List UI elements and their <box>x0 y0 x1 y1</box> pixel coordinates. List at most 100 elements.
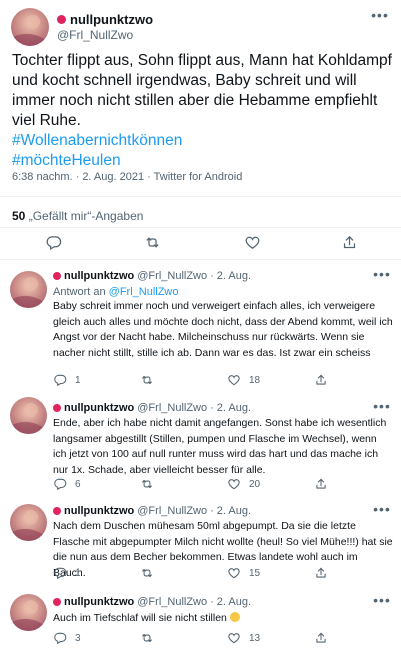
reply-text-row: Auch im Tiefschlaf will sie nicht stille… <box>53 611 393 627</box>
reply-tweet[interactable]: nullpunktzwo @Frl_NullZwo · 2. Aug. ••• … <box>0 263 401 390</box>
speech-bubble-icon <box>53 373 67 387</box>
reply-tweet[interactable]: nullpunktzwo @Frl_NullZwo · 2. Aug. ••• … <box>0 592 401 648</box>
retweet-icon <box>140 373 154 387</box>
tweet-timestamp[interactable]: 6:38 nachm. · 2. Aug. 2021 · Twitter for… <box>12 171 242 183</box>
avatar[interactable] <box>10 504 47 541</box>
reply-time[interactable]: 2. Aug. <box>217 596 251 608</box>
likes-label: „Gefällt mir“-Angaben <box>28 209 144 223</box>
like-button[interactable]: 20 <box>227 477 260 491</box>
like-button[interactable] <box>244 234 261 251</box>
retweet-button[interactable] <box>140 373 162 387</box>
reply-time[interactable]: 2. Aug. <box>217 505 251 517</box>
avatar[interactable] <box>10 397 47 434</box>
author-handle[interactable]: @Frl_NullZwo <box>137 402 207 414</box>
separator: · <box>210 505 214 517</box>
avatar[interactable] <box>10 271 47 308</box>
like-button[interactable]: 13 <box>227 631 260 645</box>
retweet-icon <box>140 477 154 491</box>
display-name[interactable]: nullpunktzwo <box>64 596 134 608</box>
more-options-icon[interactable]: ••• <box>371 8 389 24</box>
display-name[interactable]: nullpunktzwo <box>64 402 134 414</box>
replying-to: Antwort an @Frl_NullZwo <box>53 286 179 298</box>
hashtag-link[interactable]: #möchteHeulen <box>12 151 392 171</box>
heart-icon <box>227 631 241 645</box>
author-row: nullpunktzwo <box>57 12 153 27</box>
reply-count: 6 <box>75 478 81 490</box>
main-tweet-actions <box>0 232 401 252</box>
share-icon <box>314 566 328 580</box>
reply-time[interactable]: 2. Aug. <box>217 402 251 414</box>
hashtag-link[interactable]: #Wollenabernichtkönnen <box>12 131 392 151</box>
speech-bubble-icon <box>53 477 67 491</box>
red-circle-emoji-icon <box>53 272 61 280</box>
more-options-icon[interactable]: ••• <box>373 399 391 415</box>
heart-icon <box>227 373 241 387</box>
like-count: 15 <box>249 567 261 579</box>
speech-bubble-icon <box>53 631 67 645</box>
separator: · <box>210 596 214 608</box>
heart-icon <box>227 477 241 491</box>
share-icon <box>314 477 328 491</box>
reply-text: Baby schreit immer noch und verweigert e… <box>53 300 393 359</box>
worried-face-emoji-icon <box>229 612 240 622</box>
display-name[interactable]: nullpunktzwo <box>70 12 153 27</box>
more-options-icon[interactable]: ••• <box>373 593 391 609</box>
red-circle-emoji-icon <box>53 507 61 515</box>
retweet-button[interactable] <box>140 631 162 645</box>
like-count: 18 <box>249 374 261 386</box>
separator: · <box>210 402 214 414</box>
author-handle[interactable]: @Frl_NullZwo <box>137 505 207 517</box>
reply-text: Auch im Tiefschlaf will sie nicht stille… <box>53 612 227 624</box>
replying-to-handle[interactable]: @Frl_NullZwo <box>109 286 179 298</box>
reply-tweet[interactable]: nullpunktzwo @Frl_NullZwo · 2. Aug. ••• … <box>0 500 401 586</box>
reply-button[interactable]: 1 <box>53 566 81 580</box>
like-button[interactable]: 15 <box>227 566 260 580</box>
divider <box>0 259 401 260</box>
share-icon <box>341 234 358 251</box>
retweet-icon <box>140 566 154 580</box>
like-button[interactable]: 18 <box>227 373 260 387</box>
reply-text: Ende, aber ich habe nicht damit angefang… <box>53 417 387 476</box>
share-button[interactable] <box>314 477 328 491</box>
display-name[interactable]: nullpunktzwo <box>64 505 134 517</box>
red-circle-emoji-icon <box>57 15 66 24</box>
retweet-button[interactable] <box>140 477 162 491</box>
retweet-button[interactable] <box>140 566 162 580</box>
author-handle[interactable]: @Frl_NullZwo <box>137 596 207 608</box>
likes-summary[interactable]: 50 „Gefällt mir“-Angaben <box>12 209 143 223</box>
red-circle-emoji-icon <box>53 598 61 606</box>
reply-header: nullpunktzwo @Frl_NullZwo · 2. Aug. <box>53 270 251 282</box>
share-button[interactable] <box>314 631 328 645</box>
divider <box>0 227 401 228</box>
more-options-icon[interactable]: ••• <box>373 267 391 283</box>
avatar[interactable] <box>10 594 47 631</box>
share-icon <box>314 631 328 645</box>
red-circle-emoji-icon <box>53 404 61 412</box>
reply-tweet[interactable]: nullpunktzwo @Frl_NullZwo · 2. Aug. ••• … <box>0 397 401 496</box>
share-button[interactable] <box>314 373 328 387</box>
reply-time[interactable]: 2. Aug. <box>217 270 251 282</box>
reply-button[interactable] <box>45 234 62 251</box>
reply-button[interactable]: 1 <box>53 373 81 387</box>
reply-header: nullpunktzwo @Frl_NullZwo · 2. Aug. <box>53 596 251 608</box>
retweet-icon <box>144 234 161 251</box>
display-name[interactable]: nullpunktzwo <box>64 270 134 282</box>
separator: · <box>210 270 214 282</box>
more-options-icon[interactable]: ••• <box>373 502 391 518</box>
tweet-text: Tochter flippt aus, Sohn flippt aus, Man… <box>12 51 392 171</box>
heart-icon <box>227 566 241 580</box>
like-count: 20 <box>249 478 261 490</box>
share-icon <box>314 373 328 387</box>
reply-text: Nach dem Duschen mühesam 50ml abgepumpt.… <box>53 520 393 579</box>
speech-bubble-icon <box>45 234 62 251</box>
avatar[interactable] <box>11 8 49 46</box>
likes-count: 50 <box>12 209 26 223</box>
share-button[interactable] <box>341 234 358 251</box>
reply-button[interactable]: 3 <box>53 631 81 645</box>
tweet-body: Tochter flippt aus, Sohn flippt aus, Man… <box>12 52 392 129</box>
author-handle[interactable]: @Frl_NullZwo <box>137 270 207 282</box>
retweet-button[interactable] <box>144 234 161 251</box>
share-button[interactable] <box>314 566 328 580</box>
author-handle[interactable]: @Frl_NullZwo <box>57 28 133 42</box>
reply-button[interactable]: 6 <box>53 477 81 491</box>
